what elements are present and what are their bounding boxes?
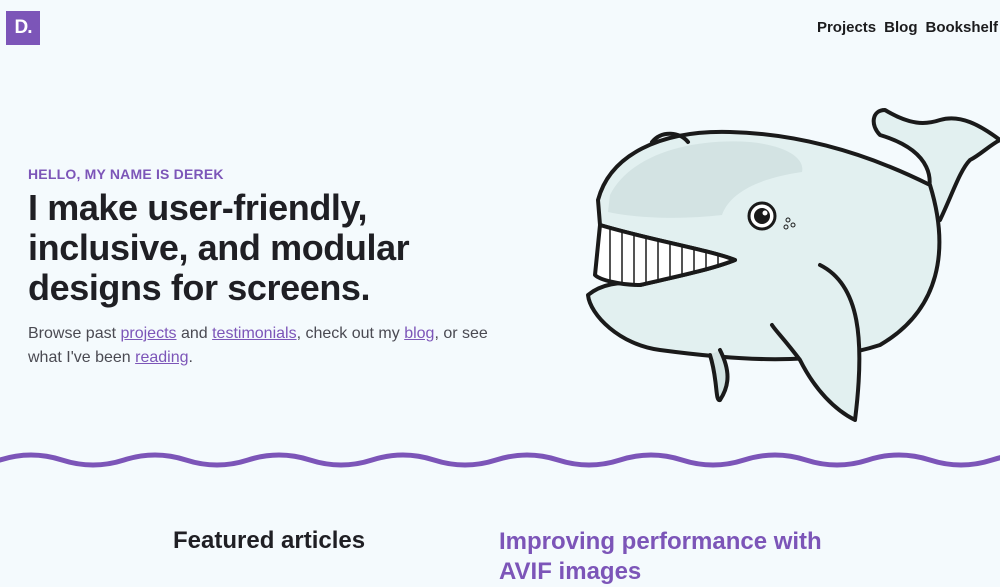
intro-text: . <box>188 349 193 366</box>
intro-text: Browse past <box>28 325 121 342</box>
featured-articles-heading: Featured articles <box>173 527 366 554</box>
main-nav: Projects Blog Bookshelf <box>817 19 998 36</box>
whale-icon <box>586 108 1000 422</box>
hero-intro: Browse past projects and testimonials, c… <box>28 322 508 370</box>
hero-headline: I make user-friendly, inclusive, and mod… <box>28 187 410 308</box>
intro-text: , check out my <box>296 325 405 342</box>
blog-link[interactable]: blog <box>404 325 434 342</box>
site-logo[interactable]: D. <box>6 11 40 45</box>
projects-link[interactable]: projects <box>120 325 176 342</box>
nav-link-projects[interactable]: Projects <box>817 19 876 36</box>
reading-link[interactable]: reading <box>135 349 188 366</box>
nav-link-bookshelf[interactable]: Bookshelf <box>925 19 998 36</box>
featured-article-title-link[interactable]: Improving performance with AVIF images <box>499 527 859 587</box>
wave-divider <box>0 452 1000 468</box>
hero-eyebrow: HELLO, MY NAME IS DEREK <box>28 166 224 182</box>
testimonials-link[interactable]: testimonials <box>212 325 296 342</box>
nav-link-blog[interactable]: Blog <box>884 19 917 36</box>
intro-text: and <box>176 325 213 342</box>
hero-section: HELLO, MY NAME IS DEREK I make user-frie… <box>28 166 548 370</box>
